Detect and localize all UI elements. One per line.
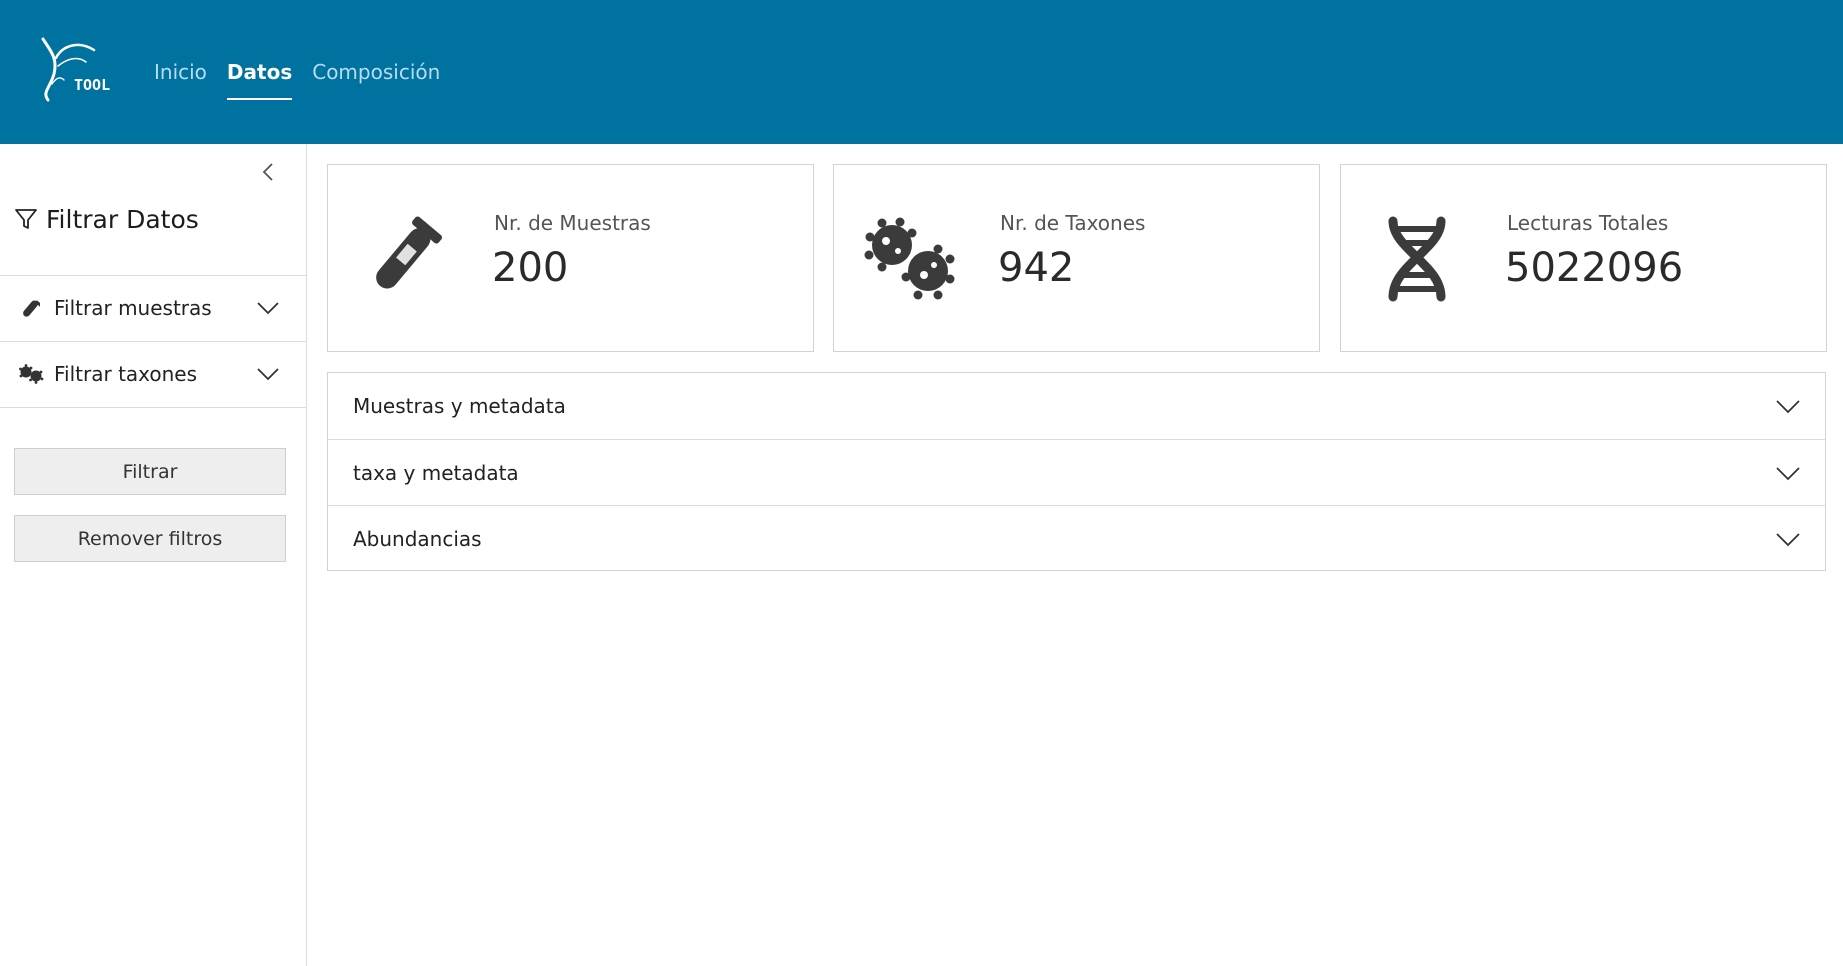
collapse-sidebar-button[interactable]	[256, 160, 280, 184]
filter-button[interactable]: Filtrar	[14, 448, 286, 495]
stat-value: 942	[998, 245, 1075, 291]
remove-filters-button[interactable]: Remover filtros	[14, 515, 286, 562]
chevron-left-icon	[262, 163, 273, 181]
dna-icon	[1388, 216, 1446, 302]
filter-muestras-toggle[interactable]: Filtrar muestras	[0, 276, 306, 340]
divider	[0, 407, 306, 408]
app-logo[interactable]: TOOL	[38, 36, 116, 104]
accordion-label: Muestras y metadata	[353, 394, 566, 418]
data-accordion: Muestras y metadata taxa y metadata Abun…	[327, 372, 1826, 571]
sidebar-title-text: Filtrar Datos	[46, 204, 199, 234]
nav-inicio[interactable]: Inicio	[154, 54, 207, 90]
filter-taxones-toggle[interactable]: Filtrar taxones	[0, 342, 306, 406]
stat-label: Nr. de Muestras	[494, 211, 651, 235]
stat-card-muestras: Nr. de Muestras 200	[327, 164, 814, 352]
accordion-item-muestras[interactable]: Muestras y metadata	[328, 373, 1825, 439]
logo-icon: TOOL	[41, 37, 110, 102]
filter-sidebar: Filtrar Datos Filtrar muestras Filtrar t…	[0, 144, 307, 966]
stat-label: Nr. de Taxones	[1000, 211, 1146, 235]
chevron-down-icon	[1776, 467, 1800, 481]
stat-value: 5022096	[1505, 245, 1684, 291]
stat-value: 200	[492, 245, 569, 291]
nav-composicion[interactable]: Composición	[312, 54, 440, 90]
filter-muestras-label: Filtrar muestras	[54, 296, 212, 320]
accordion-label: taxa y metadata	[353, 460, 519, 485]
stat-card-taxones: Nr. de Taxones 942	[833, 164, 1320, 352]
chevron-down-icon	[1776, 400, 1800, 414]
accordion-label: Abundancias	[353, 526, 482, 551]
chevron-down-icon	[257, 302, 279, 315]
main-nav: Inicio Datos Composición	[154, 0, 440, 144]
accordion-item-taxa[interactable]: taxa y metadata	[328, 439, 1825, 505]
nav-datos[interactable]: Datos	[226, 54, 293, 100]
test-tube-icon	[18, 297, 44, 319]
stat-card-lecturas: Lecturas Totales 5022096	[1340, 164, 1827, 352]
chevron-down-icon	[257, 368, 279, 381]
bacteria-icon	[864, 217, 955, 300]
top-navbar: TOOL Inicio Datos Composición	[0, 0, 1843, 144]
test-tube-icon	[376, 216, 443, 289]
logo-text: TOOL	[74, 76, 110, 94]
chevron-down-icon	[1776, 533, 1800, 547]
bacteria-icon	[18, 363, 44, 385]
sidebar-title: Filtrar Datos	[14, 202, 199, 236]
filter-icon	[15, 209, 37, 229]
filter-taxones-label: Filtrar taxones	[54, 362, 198, 386]
accordion-item-abundancias[interactable]: Abundancias	[328, 505, 1825, 571]
stat-label: Lecturas Totales	[1507, 211, 1669, 235]
